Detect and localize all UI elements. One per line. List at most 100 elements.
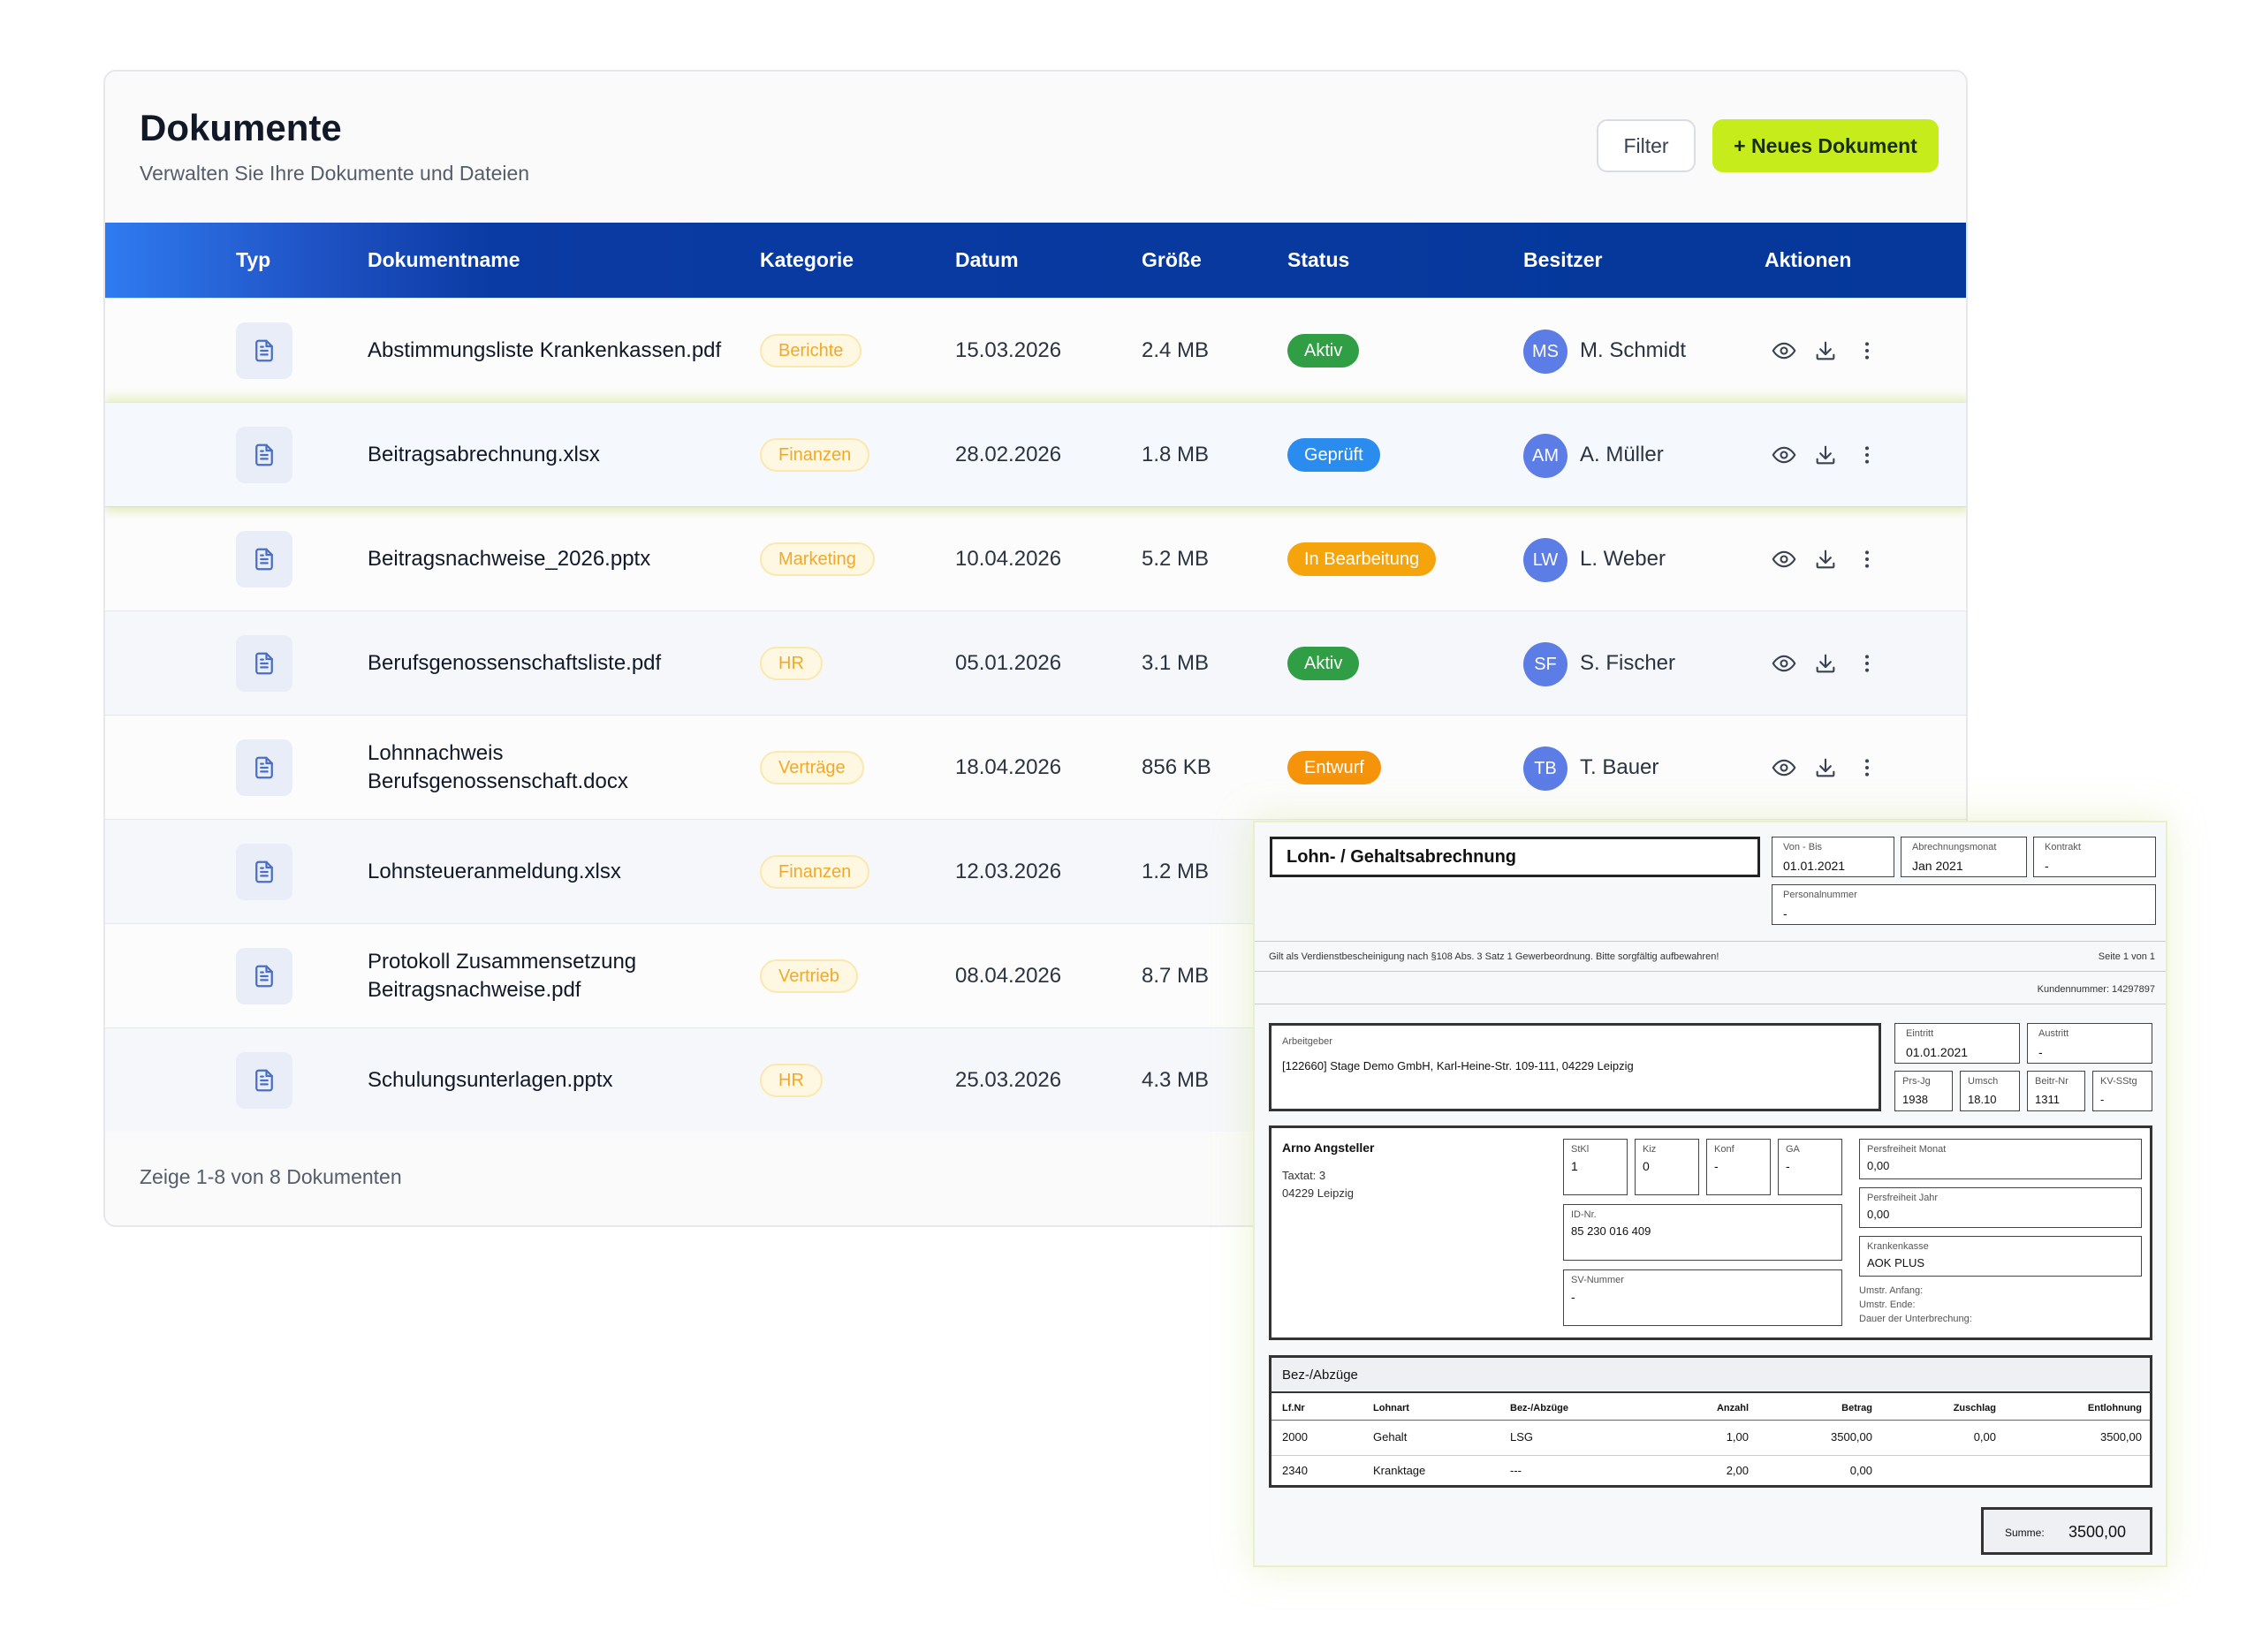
view-icon[interactable] [1770, 649, 1798, 678]
customer-number: Kundennummer: 14297897 [2037, 984, 2155, 995]
document-name[interactable]: Schulungsunterlagen.pptx [368, 1028, 748, 1133]
employee-name: Arno Angsteller [1282, 1140, 1375, 1155]
idnr-label: ID-Nr. [1571, 1209, 1597, 1220]
pagination-summary: Zeige 1-8 von 8 Dokumenten [140, 1165, 402, 1188]
divider [1255, 941, 2166, 942]
file-icon [236, 322, 292, 379]
deductions-cell: 3500,00 [1831, 1430, 1872, 1444]
kvsstg-value: - [2100, 1093, 2105, 1106]
interrupt-duration: Dauer der Unterbrechung: [1859, 1314, 1972, 1324]
document-name[interactable]: Abstimmungsliste Krankenkassen.pdf [368, 299, 748, 403]
document-name[interactable]: Protokoll Zusammensetzung Beitragsnachwe… [368, 924, 748, 1028]
document-size: 1.8 MB [1142, 443, 1210, 466]
deductions-column-header: Lohnart [1373, 1403, 1409, 1413]
deductions-column-header: Bez-/Abzüge [1510, 1403, 1568, 1413]
employer-label: Arbeitgeber [1282, 1036, 1332, 1047]
deductions-column-header: Zuschlag [1953, 1403, 1996, 1413]
payslip-page: Seite 1 von 1 [2098, 951, 2155, 962]
file-icon [236, 531, 292, 587]
kvsstg-label: KV-SStg [2100, 1076, 2137, 1087]
view-icon[interactable] [1770, 545, 1798, 573]
view-icon[interactable] [1770, 754, 1798, 782]
employer-value: [122660] Stage Demo GmbH, Karl-Heine-Str… [1282, 1059, 1634, 1072]
status-badge: Entwurf [1287, 751, 1381, 784]
column-header-owner[interactable]: Besitzer [1523, 223, 1602, 298]
exit-label: Austritt [2038, 1028, 2069, 1039]
konf-field: Konf - [1706, 1139, 1771, 1195]
column-header-status[interactable]: Status [1287, 223, 1349, 298]
more-options-icon[interactable] [1853, 441, 1881, 469]
column-header-name[interactable]: Dokumentname [368, 223, 520, 298]
pf-year-label: Persfreiheit Jahr [1867, 1193, 1939, 1203]
kiz-label: Kiz [1643, 1144, 1657, 1155]
status-badge: In Bearbeitung [1287, 542, 1437, 576]
more-options-icon[interactable] [1853, 649, 1881, 678]
contract-label: Kontrakt [2045, 842, 2081, 853]
more-options-icon[interactable] [1853, 545, 1881, 573]
category-badge: Finanzen [760, 855, 870, 889]
deductions-column-header: Anzahl [1716, 1403, 1749, 1413]
pf-year-value: 0,00 [1867, 1208, 1890, 1221]
kk-value: AOK PLUS [1867, 1256, 1925, 1269]
exit-field: Austritt - [2027, 1023, 2152, 1064]
document-name[interactable]: Beitragsabrechnung.xlsx [368, 403, 748, 507]
deductions-cell: 0,00 [1849, 1464, 1872, 1477]
beitrnr-field: Beitr-Nr 1311 [2027, 1071, 2085, 1111]
prsjg-field: Prs-Jg 1938 [1894, 1071, 1953, 1111]
payslip-preview: Lohn- / Gehaltsabrechnung Von - Bis 01.0… [1253, 821, 2167, 1567]
document-name[interactable]: Lohnnachweis Berufsgenossenschaft.docx [368, 716, 748, 820]
view-icon[interactable] [1770, 441, 1798, 469]
deductions-cell: 3500,00 [2100, 1430, 2142, 1444]
document-size: 3.1 MB [1142, 651, 1210, 675]
document-date: 08.04.2026 [955, 964, 1062, 988]
column-header-date[interactable]: Datum [955, 223, 1019, 298]
kk-label: Krankenkasse [1867, 1241, 1929, 1252]
pf-year-field: Persfreiheit Jahr 0,00 [1859, 1187, 2142, 1228]
category-badge: Verträge [760, 751, 864, 784]
idnr-field: ID-Nr. 85 230 016 409 [1563, 1204, 1842, 1261]
download-icon[interactable] [1811, 441, 1840, 469]
document-date: 25.03.2026 [955, 1068, 1062, 1092]
filter-button[interactable]: Filter [1597, 119, 1696, 172]
download-icon[interactable] [1811, 337, 1840, 365]
table-row[interactable]: Beitragsabrechnung.xlsx Finanzen 28.02.202… [105, 402, 1966, 507]
document-date: 15.03.2026 [955, 338, 1062, 362]
page-title: Dokumente [140, 107, 342, 148]
more-options-icon[interactable] [1853, 337, 1881, 365]
status-badge: Aktiv [1287, 647, 1360, 680]
column-header-category[interactable]: Kategorie [760, 223, 854, 298]
column-header-actions: Aktionen [1765, 248, 1852, 271]
contract-value: - [2045, 859, 2049, 873]
document-size: 2.4 MB [1142, 338, 1210, 362]
svnr-value: - [1571, 1290, 1575, 1304]
document-date: 10.04.2026 [955, 547, 1062, 571]
column-header-type[interactable]: Typ [236, 223, 270, 298]
table-row[interactable]: Beitragsnachweise_2026.pptx Marketing 10.0… [105, 506, 1966, 611]
document-name[interactable]: Berufsgenossenschaftsliste.pdf [368, 611, 748, 716]
avatar: AM [1523, 434, 1567, 478]
kiz-field: Kiz 0 [1635, 1139, 1699, 1195]
deductions-cell: Kranktage [1373, 1464, 1426, 1477]
document-name[interactable]: Lohnsteueranmeldung.xlsx [368, 820, 748, 924]
table-row[interactable]: Abstimmungsliste Krankenkassen.pdf Berich… [105, 298, 1966, 403]
category-badge: Vertrieb [760, 959, 858, 993]
table-row[interactable]: Berufsgenossenschaftsliste.pdf HR 05.01.20… [105, 610, 1966, 716]
download-icon[interactable] [1811, 545, 1840, 573]
new-document-button[interactable]: + Neues Dokument [1712, 119, 1939, 172]
deductions-cell: --- [1510, 1464, 1522, 1477]
view-icon[interactable] [1770, 337, 1798, 365]
page-subtitle: Verwalten Sie Ihre Dokumente und Dateien [140, 162, 530, 185]
status-badge: Geprüft [1287, 438, 1380, 472]
deductions-column-header: Lf.Nr [1282, 1403, 1305, 1413]
document-size: 5.2 MB [1142, 547, 1210, 571]
more-options-icon[interactable] [1853, 754, 1881, 782]
download-icon[interactable] [1811, 649, 1840, 678]
month-value: Jan 2021 [1912, 859, 1963, 873]
avatar: SF [1523, 642, 1567, 686]
konf-value: - [1714, 1159, 1719, 1173]
download-icon[interactable] [1811, 754, 1840, 782]
ga-value: - [1786, 1159, 1790, 1173]
column-header-size[interactable]: Größe [1142, 223, 1202, 298]
table-row[interactable]: Lohnnachweis Berufsgenossenschaft.docx Ve… [105, 715, 1966, 820]
document-name[interactable]: Beitragsnachweise_2026.pptx [368, 507, 748, 611]
